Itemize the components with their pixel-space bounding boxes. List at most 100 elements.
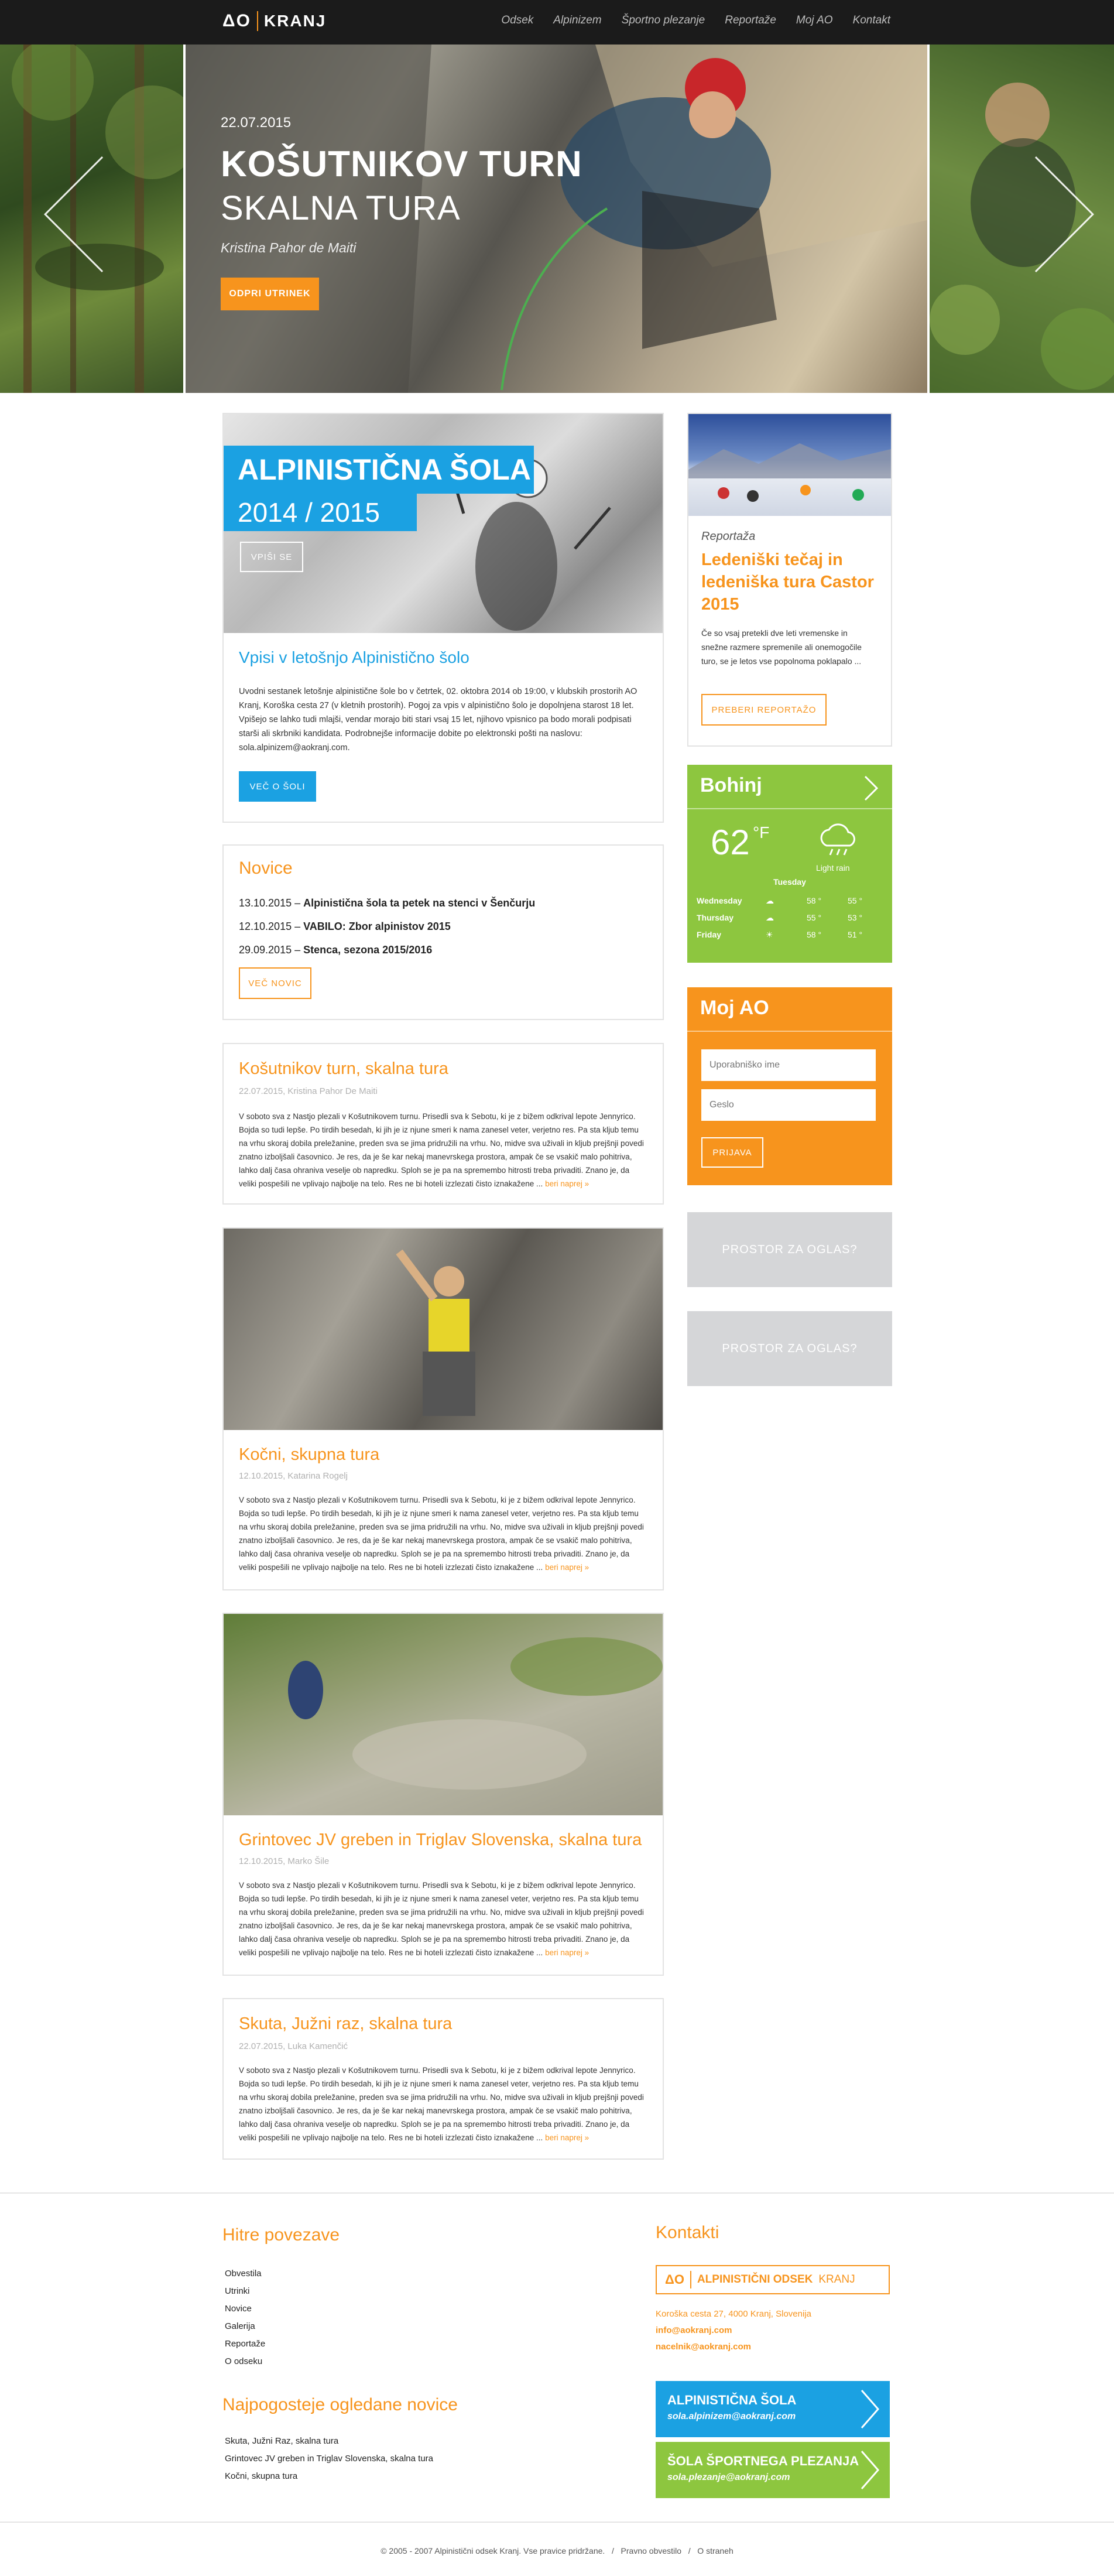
ad-placeholder[interactable]: PROSTOR ZA OGLAS?	[687, 1212, 892, 1287]
forecast-day: Friday	[697, 930, 722, 939]
forecast-low: 51 °	[848, 930, 863, 939]
chevron-right-icon	[861, 2451, 879, 2489]
report-body: Če so vsaj pretekli dve leti vremenske i…	[701, 628, 862, 666]
read-more-link[interactable]: beri naprej »	[545, 2133, 589, 2142]
nav-reportaze[interactable]: Reportaže	[725, 14, 776, 27]
logo-ao: ΔO	[222, 11, 251, 30]
article-body-text: V soboto sva z Nastjo plezali v Košutnik…	[239, 1881, 644, 1957]
footer-separator: /	[611, 2546, 614, 2556]
article-meta: 12.10.2015, Katarina Rogelj	[239, 1471, 348, 1481]
school-title[interactable]: Vpisi v letošnjo Alpinistično šolo	[239, 648, 469, 667]
school-banner: ALPINISTIČNA ŠOLA	[224, 446, 534, 494]
read-more-link[interactable]: beri naprej »	[545, 1563, 589, 1572]
forecast-day: Wednesday	[697, 896, 742, 905]
ridge-photo[interactable]	[224, 1614, 663, 1815]
contact-logo-kranj: KRANJ	[818, 2273, 855, 2286]
quick-link[interactable]: Galerija	[225, 2318, 265, 2335]
news-date: 12.10.2015	[239, 921, 292, 932]
news-item[interactable]: 12.10.2015 – VABILO: Zbor alpinistov 201…	[239, 915, 535, 938]
username-input[interactable]	[701, 1049, 876, 1081]
popular-news-link[interactable]: Skuta, Južni Raz, skalna tura	[225, 2433, 433, 2450]
news-text: VABILO: Zbor alpinistov 2015	[303, 921, 451, 932]
quick-link[interactable]: Utrinki	[225, 2283, 265, 2300]
cloud-rain-icon: ☁	[766, 913, 774, 922]
glacier-photo[interactable]	[688, 414, 891, 516]
read-more-link[interactable]: beri naprej »	[545, 1179, 589, 1188]
weather-place: Bohinj	[700, 774, 762, 796]
read-report-button[interactable]: PREBERI REPORTAŽO	[701, 694, 827, 726]
copyright-bar: © 2005 - 2007 Alpinistični odsek Kranj. …	[0, 2546, 1114, 2556]
climbing-school-title: ŠOLA ŠPORTNEGA PLEZANJA	[667, 2454, 859, 2468]
nav-kontakt[interactable]: Kontakt	[853, 14, 890, 27]
chevron-right-icon	[861, 2390, 879, 2428]
hero-author: Kristina Pahor de Maiti	[221, 240, 357, 255]
nav-odsek[interactable]: Odsek	[501, 14, 533, 27]
news-item[interactable]: 13.10.2015 – Alpinistična šola ta petek …	[239, 891, 535, 915]
article-title[interactable]: Košutnikov turn, skalna tura	[239, 1059, 448, 1079]
contact-email-head[interactable]: nacelnik@aokranj.com	[656, 2339, 811, 2355]
quick-link[interactable]: O odseku	[225, 2353, 265, 2370]
quick-links-title: Hitre povezave	[222, 2225, 340, 2245]
legal-notice-link[interactable]: Pravno obvestilo	[621, 2546, 682, 2556]
forecast-low: 53 °	[848, 913, 863, 922]
news-text: Stenca, sezona 2015/2016	[303, 944, 433, 956]
article-title[interactable]: Grintovec JV greben in Triglav Slovenska…	[239, 1831, 642, 1850]
article-body-text: V soboto sva z Nastjo plezali v Košutnik…	[239, 1112, 644, 1188]
article-meta: 22.07.2015, Luka Kamenčić	[239, 2041, 348, 2051]
logo-divider	[256, 11, 258, 31]
popular-news-link[interactable]: Kočni, skupna tura	[225, 2468, 433, 2485]
weather-condition: Light rain	[816, 863, 850, 873]
chevron-right-icon[interactable]	[863, 775, 880, 801]
enroll-button[interactable]: VPIŠI SE	[240, 542, 303, 572]
hero-subtitle: SKALNA TURA	[221, 189, 461, 227]
contacts-title: Kontakti	[656, 2223, 719, 2242]
article-title[interactable]: Kočni, skupna tura	[239, 1445, 379, 1465]
nav-sportno-plezanje[interactable]: Športno plezanje	[622, 14, 705, 27]
contact-logo-name: ALPINISTIČNI ODSEK	[697, 2273, 813, 2286]
hero-slider	[0, 45, 1114, 393]
logo[interactable]: ΔO KRANJ	[222, 9, 326, 33]
quick-link[interactable]: Novice	[225, 2300, 265, 2318]
news-text: Alpinistična šola ta petek na stenci v Š…	[303, 897, 536, 909]
school-contact-box[interactable]: ALPINISTIČNA ŠOLA sola.alpinizem@aokranj…	[656, 2381, 890, 2437]
weather-temp: 62	[711, 823, 750, 862]
weather-unit: °F	[753, 823, 770, 841]
quick-link[interactable]: Obvestila	[225, 2265, 265, 2283]
login-button[interactable]: PRIJAVA	[701, 1137, 763, 1168]
news-date: 29.09.2015	[239, 944, 292, 956]
contact-logo: ΔO ALPINISTIČNI ODSEK KRANJ	[656, 2265, 890, 2294]
report-title[interactable]: Ledeniški tečaj in ledeniška tura Castor…	[701, 549, 877, 615]
rain-cloud-icon	[820, 823, 855, 856]
more-about-school-button[interactable]: VEČ O ŠOLI	[239, 771, 316, 802]
article-title[interactable]: Skuta, Južni raz, skalna tura	[239, 2014, 452, 2034]
hero-open-button[interactable]: ODPRI UTRINEK	[221, 278, 319, 310]
school-body: Uvodni sestanek letošnje alpinistične šo…	[239, 687, 637, 752]
contact-email-info[interactable]: info@aokranj.com	[656, 2322, 811, 2339]
nav-moj-ao[interactable]: Moj AO	[796, 14, 833, 27]
forecast-low: 55 °	[848, 896, 863, 905]
quick-link[interactable]: Reportaže	[225, 2335, 265, 2353]
about-pages-link[interactable]: O straneh	[697, 2546, 733, 2556]
article-body: V soboto sva z Nastjo plezali v Košutnik…	[239, 2064, 649, 2144]
hero-date: 22.07.2015	[221, 115, 292, 131]
login-title: Moj AO	[700, 997, 769, 1019]
news-item[interactable]: 29.09.2015 – Stenca, sezona 2015/2016	[239, 938, 535, 962]
article-body-text: V soboto sva z Nastjo plezali v Košutnik…	[239, 2066, 644, 2142]
more-news-button[interactable]: VEČ NOVIC	[239, 967, 311, 999]
read-more-link[interactable]: beri naprej »	[545, 1948, 589, 1957]
contact-logo-divider	[690, 2271, 691, 2288]
popular-news-link[interactable]: Grintovec JV greben in Triglav Slovenska…	[225, 2450, 433, 2468]
forecast-high: 58 °	[807, 930, 822, 939]
nav-alpinizem[interactable]: Alpinizem	[553, 14, 601, 27]
popular-news-list: Skuta, Južni Raz, skalna tura Grintovec …	[225, 2433, 433, 2485]
school-banner-year-box: 2014 / 2015	[224, 494, 417, 531]
climbing-school-contact-box[interactable]: ŠOLA ŠPORTNEGA PLEZANJA sola.plezanje@ao…	[656, 2442, 890, 2498]
ad-placeholder[interactable]: PROSTOR ZA OGLAS?	[687, 1311, 892, 1386]
climber-photo[interactable]	[224, 1229, 663, 1430]
copyright-text: © 2005 - 2007 Alpinistični odsek Kranj. …	[381, 2546, 605, 2556]
report-card: Reportaža Ledeniški tečaj in ledeniška t…	[687, 413, 892, 747]
login-divider	[687, 1031, 892, 1032]
footer-separator: /	[688, 2546, 691, 2556]
password-input[interactable]	[701, 1089, 876, 1121]
news-title: Novice	[239, 858, 293, 878]
